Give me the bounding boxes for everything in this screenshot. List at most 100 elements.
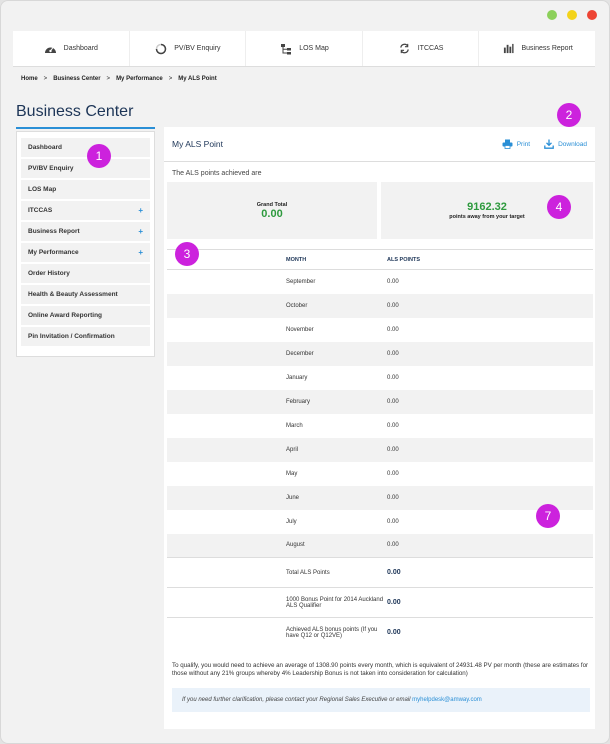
sidebar-item-pin-invitation[interactable]: Pin Invitation / Confirmation: [21, 327, 150, 346]
section-title: My ALS Point: [172, 139, 224, 149]
sidebar-item-order-history[interactable]: Order History: [21, 264, 150, 283]
sidebar-item-los-map[interactable]: LOS Map: [21, 180, 150, 199]
sidebar-item-itccas[interactable]: ITCCAS +: [21, 201, 150, 220]
topnav-item-business-report[interactable]: Business Report: [479, 31, 595, 66]
points-cell: 0.00: [387, 470, 399, 477]
dashboard-gauge-icon: [44, 42, 58, 56]
table-row: July 0.00: [167, 510, 593, 534]
sidebar-item-dashboard[interactable]: Dashboard: [21, 138, 150, 157]
sidebar-item-label: Pin Invitation / Confirmation: [28, 333, 115, 340]
topnav-label: Business Report: [521, 45, 573, 52]
summary-row-bonus: 1000 Bonus Point for 2014 Auckland ALS Q…: [167, 587, 593, 618]
page-title: Business Center: [16, 103, 134, 120]
sidebar-item-label: Order History: [28, 270, 70, 277]
download-button[interactable]: Download: [544, 139, 587, 149]
printer-icon: [502, 139, 513, 149]
summary-value: 0.00: [387, 587, 593, 618]
bar-chart-icon: [501, 42, 515, 56]
sidebar-item-label: Dashboard: [28, 144, 62, 151]
sidebar-item-label: ITCCAS: [28, 207, 53, 214]
print-label: Print: [516, 140, 531, 148]
month-cell: February: [284, 389, 387, 414]
points-cell: 0.00: [387, 533, 593, 558]
annotation-badge-4: 4: [547, 195, 571, 219]
sidebar-item-health-beauty[interactable]: Health & Beauty Assessment: [21, 285, 150, 304]
annotation-badge-1: 1: [87, 144, 111, 168]
table-row: April 0.00: [167, 437, 593, 462]
summary-row-total: Total ALS Points 0.00: [167, 557, 593, 588]
table-row: September 0.00: [167, 270, 593, 294]
points-cell: 0.00: [387, 374, 399, 381]
sidebar-item-label: Business Report: [28, 228, 80, 235]
month-cell: March: [286, 422, 303, 429]
topnav-item-dashboard[interactable]: Dashboard: [13, 31, 130, 66]
points-cell: 0.00: [387, 278, 399, 285]
main-header: My ALS Point Print Download: [164, 127, 595, 162]
topnav-label: ITCCAS: [417, 45, 444, 52]
points-cell: 0.00: [387, 389, 593, 414]
refresh-icon: [398, 42, 412, 56]
summary-value: 0.00: [387, 617, 593, 648]
month-cell: June: [284, 485, 387, 510]
month-cell: October: [284, 293, 387, 318]
target-value: 9162.32: [467, 201, 507, 213]
topnav-label: Dashboard: [63, 45, 98, 52]
table-row: June 0.00: [167, 485, 593, 510]
qualify-note: To qualify, you would need to achieve an…: [172, 662, 589, 678]
month-cell: December: [284, 341, 387, 366]
column-header-points: ALS POINTS: [387, 249, 593, 270]
table-row: December 0.00: [167, 341, 593, 366]
summary-label: Achieved ALS bonus points (If you have Q…: [284, 617, 387, 648]
month-cell: May: [286, 470, 298, 477]
points-cell: 0.00: [387, 485, 593, 510]
points-cell: 0.00: [387, 422, 399, 429]
title-underline: [16, 127, 155, 129]
table-row: February 0.00: [167, 389, 593, 414]
window-dot-yellow[interactable]: [567, 10, 577, 20]
expand-plus-icon[interactable]: +: [138, 227, 143, 236]
circle-progress-icon: [154, 42, 168, 56]
breadcrumb-separator: >: [168, 76, 173, 82]
table-row: January 0.00: [167, 366, 593, 390]
help-email-link[interactable]: myhelpdesk@amway.com: [412, 697, 482, 703]
summary-value: 0.00: [387, 557, 593, 588]
sidebar-item-online-award[interactable]: Online Award Reporting: [21, 306, 150, 325]
topnav-label: LOS Map: [299, 45, 329, 52]
topnav-item-los-map[interactable]: LOS Map: [246, 31, 363, 66]
points-cell: 0.00: [387, 341, 593, 366]
points-cell: 0.00: [387, 437, 593, 462]
print-button[interactable]: Print: [502, 139, 530, 149]
topnav-label: PV/BV Enquiry: [174, 45, 221, 52]
month-cell: November: [286, 326, 314, 333]
annotation-badge-7: 7: [536, 504, 560, 528]
summary-row-achieved: Achieved ALS bonus points (If you have Q…: [167, 617, 593, 648]
topnav-item-itccas[interactable]: ITCCAS: [363, 31, 480, 66]
download-label: Download: [558, 140, 587, 148]
column-header-month: MONTH: [284, 249, 387, 270]
sidebar-item-my-performance[interactable]: My Performance +: [21, 243, 150, 262]
table-row: October 0.00: [167, 293, 593, 318]
breadcrumb-link-home[interactable]: Home: [21, 76, 38, 82]
breadcrumb-current: My ALS Point: [178, 76, 217, 82]
table-header-row: MONTH ALS POINTS: [167, 249, 593, 270]
breadcrumb-link-business-center[interactable]: Business Center: [53, 76, 100, 82]
window-dot-red[interactable]: [587, 10, 597, 20]
sidebar-item-label: My Performance: [28, 249, 79, 256]
points-cell: 0.00: [387, 293, 593, 318]
topnav-item-pvbv-enquiry[interactable]: PV/BV Enquiry: [130, 31, 247, 66]
annotation-badge-3: 3: [175, 242, 199, 266]
summary-label: Total ALS Points: [284, 557, 387, 588]
table-row: August 0.00: [167, 533, 593, 558]
sidebar-item-pvbv-enquiry[interactable]: PV/BV Enquiry: [21, 159, 150, 178]
breadcrumb-link-my-performance[interactable]: My Performance: [116, 76, 163, 82]
table-row: March 0.00: [167, 414, 593, 438]
help-text: If you need further clarification, pleas…: [182, 697, 411, 703]
expand-plus-icon[interactable]: +: [138, 248, 143, 257]
als-points-table: MONTH ALS POINTS September 0.00 October 0.…: [167, 249, 593, 648]
expand-plus-icon[interactable]: +: [138, 206, 143, 215]
window-dot-green[interactable]: [547, 10, 557, 20]
target-label: points away from your target: [449, 214, 525, 220]
sidebar-item-business-report[interactable]: Business Report +: [21, 222, 150, 241]
breadcrumb-separator: >: [106, 76, 111, 82]
sidebar-item-label: LOS Map: [28, 186, 57, 193]
